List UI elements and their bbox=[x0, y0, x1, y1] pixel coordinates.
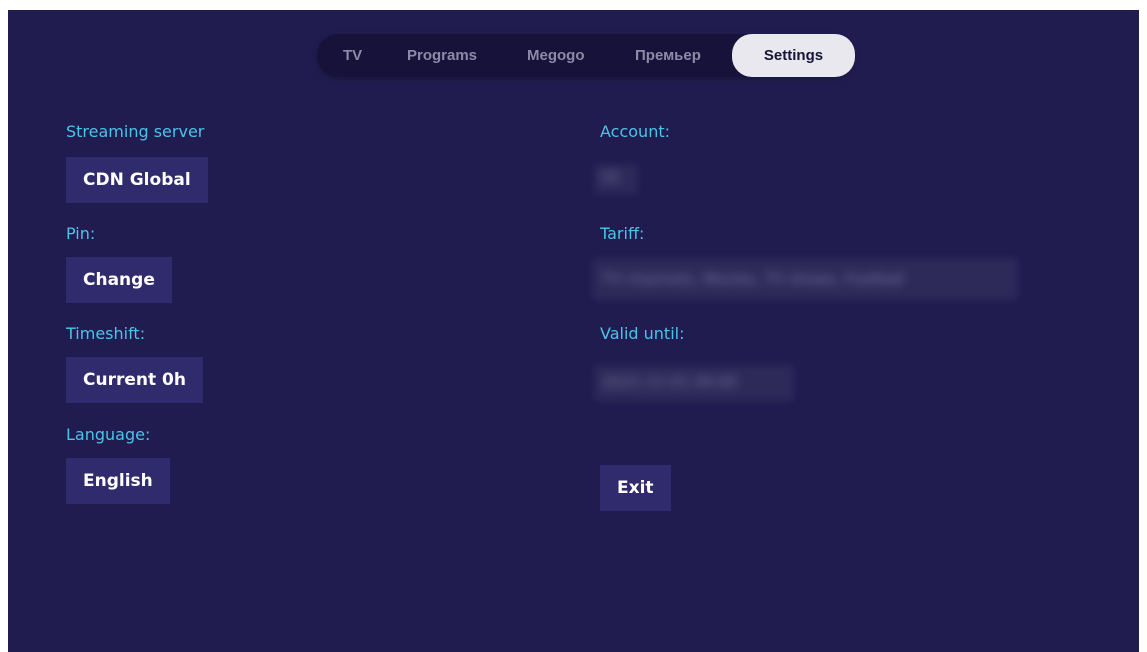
language-label: Language: bbox=[66, 425, 151, 444]
account-label: Account: bbox=[600, 122, 670, 141]
tab-programs[interactable]: Programs bbox=[407, 34, 477, 77]
tab-premier[interactable]: Премьер bbox=[635, 34, 701, 77]
timeshift-button[interactable]: Current 0h bbox=[66, 357, 203, 403]
tab-settings[interactable]: Settings bbox=[732, 34, 855, 77]
valid-until-value: 2021-11-01 00:00 bbox=[602, 373, 738, 391]
account-value: 10 bbox=[600, 168, 620, 186]
settings-screen: TV Programs Megogo Премьер Settings Stre… bbox=[8, 10, 1139, 652]
exit-button[interactable]: Exit bbox=[600, 465, 671, 511]
tab-megogo[interactable]: Megogo bbox=[527, 34, 585, 77]
tariff-value: TV channels, Movies, TV shows, Football bbox=[602, 270, 905, 288]
top-tab-bar: TV Programs Megogo Премьер Settings bbox=[317, 34, 855, 77]
tariff-label: Tariff: bbox=[600, 224, 645, 243]
streaming-server-button[interactable]: CDN Global bbox=[66, 157, 208, 203]
streaming-server-label: Streaming server bbox=[66, 122, 205, 141]
timeshift-label: Timeshift: bbox=[66, 324, 146, 343]
valid-until-label: Valid until: bbox=[600, 324, 685, 343]
tab-tv[interactable]: TV bbox=[343, 34, 362, 77]
pin-change-button[interactable]: Change bbox=[66, 257, 172, 303]
language-button[interactable]: English bbox=[66, 458, 170, 504]
pin-label: Pin: bbox=[66, 224, 96, 243]
